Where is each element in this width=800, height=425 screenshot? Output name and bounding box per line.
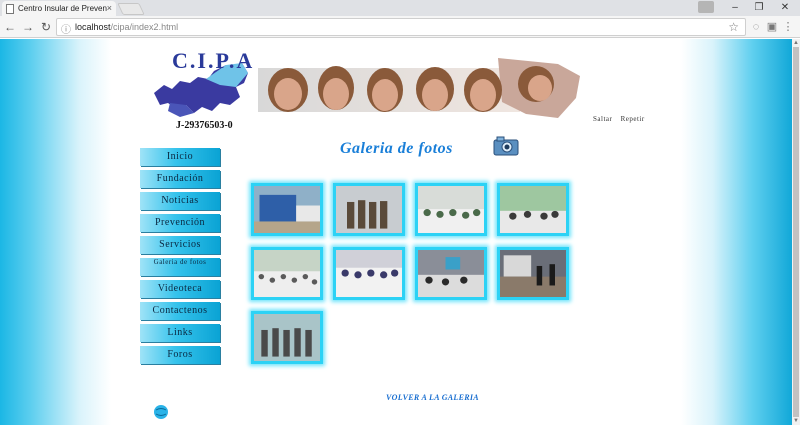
browser-toolbar: ← → ↻ ⓘ localhost/cipa/index2.html ☆ ◌ ▣… <box>0 16 800 38</box>
gallery-photo[interactable] <box>251 311 323 364</box>
camera-icon <box>493 136 519 156</box>
nav-item-contactenos[interactable]: Contactenos <box>140 302 220 320</box>
gallery-title: Galeria de fotos <box>340 140 453 157</box>
nav-item-videoteca[interactable]: Videoteca <box>140 280 220 298</box>
site-logo-text: C.I.P.A <box>172 48 255 73</box>
extension-icon[interactable]: ◌ <box>748 19 764 35</box>
nav-item-servicios[interactable]: Servicios <box>140 236 220 254</box>
gallery-photo[interactable] <box>333 183 405 236</box>
browser-tab[interactable]: Centro Insular de Preven × <box>2 1 116 16</box>
gallery-photo[interactable] <box>251 183 323 236</box>
rif-number: J-29376503-0 <box>176 120 233 131</box>
star-icon[interactable]: ☆ <box>728 20 739 34</box>
nav-item-prevencion[interactable]: Prevención <box>140 214 220 232</box>
browser-tab-strip: Centro Insular de Preven × – ❐ ✕ <box>0 0 800 16</box>
profile-icon[interactable] <box>698 1 714 13</box>
gallery-photo[interactable] <box>251 247 323 300</box>
extension-icon[interactable]: ▣ <box>764 19 780 35</box>
page-info-icon[interactable]: ⓘ <box>61 21 71 36</box>
menu-icon[interactable]: ⋮ <box>780 19 796 35</box>
gallery-photo[interactable] <box>415 183 487 236</box>
gallery-photo[interactable] <box>497 183 569 236</box>
forward-arrow-icon[interactable]: → <box>20 19 36 35</box>
nav-item-inicio[interactable]: Inicio <box>140 148 220 166</box>
sidebar-nav: Inicio Fundación Noticias Prevención Ser… <box>140 148 220 368</box>
scrollbar-thumb[interactable] <box>793 47 799 417</box>
close-window-icon[interactable]: ✕ <box>772 0 798 16</box>
reload-icon[interactable]: ↻ <box>38 19 54 35</box>
nav-item-fundacion[interactable]: Fundación <box>140 170 220 188</box>
globe-icon[interactable] <box>153 404 169 420</box>
scroll-down-icon[interactable]: ▼ <box>792 417 800 425</box>
new-tab-button[interactable] <box>117 3 145 15</box>
nav-item-galeria[interactable]: Galeria de fotos <box>140 258 220 276</box>
back-to-gallery-link[interactable]: VOLVER A LA GALERIA <box>386 393 479 402</box>
scroll-up-icon[interactable]: ▲ <box>792 39 800 47</box>
gallery-photo[interactable] <box>497 247 569 300</box>
nav-item-links[interactable]: Links <box>140 324 220 342</box>
skip-link[interactable]: Saltar <box>593 115 612 123</box>
gallery-photo[interactable] <box>333 247 405 300</box>
page-icon <box>6 4 14 14</box>
back-arrow-icon[interactable]: ← <box>2 19 18 35</box>
maximize-icon[interactable]: ❐ <box>746 0 772 16</box>
children-banner-image <box>258 58 580 118</box>
close-tab-icon[interactable]: × <box>107 3 112 13</box>
page-scrollbar[interactable]: ▲ ▼ <box>792 39 800 425</box>
address-bar[interactable]: ⓘ localhost/cipa/index2.html ☆ <box>56 18 746 36</box>
repeat-link[interactable]: Repetir <box>621 115 645 123</box>
tab-title: Centro Insular de Preven <box>18 4 107 13</box>
header-links: Saltar Repetir <box>593 115 651 123</box>
url-text: localhost/cipa/index2.html <box>75 22 179 32</box>
nav-item-noticias[interactable]: Noticias <box>140 192 220 210</box>
minimize-icon[interactable]: – <box>722 0 748 16</box>
page-viewport: C.I.P.A J-29376503-0 Saltar Repetir Inic… <box>0 39 792 425</box>
nav-item-foros[interactable]: Foros <box>140 346 220 364</box>
gallery-photo[interactable] <box>415 247 487 300</box>
